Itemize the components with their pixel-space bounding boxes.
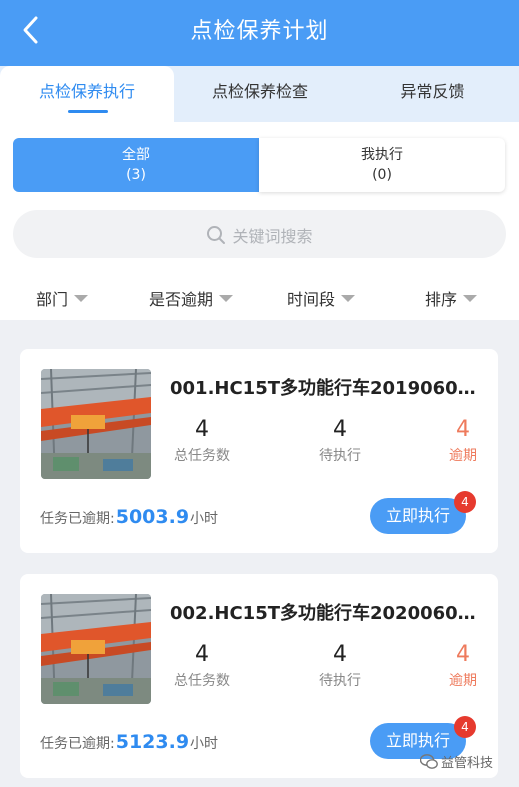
- overdue-prefix: 任务已逾期:: [40, 736, 115, 752]
- tab-inspection-execution[interactable]: 点检保养执行: [0, 66, 174, 122]
- filter-department[interactable]: 部门: [36, 286, 89, 310]
- tab-inspection-check[interactable]: 点检保养检查: [174, 66, 346, 122]
- plan-card[interactable]: 001.HC15T多功能行车2019060… 4 总任务数 4 待执行 4 逾期…: [20, 349, 498, 553]
- stat-total-value: 4: [195, 642, 209, 667]
- crane-thumbnail: [41, 594, 151, 704]
- stat-pending-label: 待执行: [319, 673, 361, 689]
- overdue-duration: 任务已逾期:5003.9小时: [40, 506, 218, 528]
- overdue-unit: 小时: [190, 736, 219, 752]
- stat-overdue: 4 逾期: [418, 642, 508, 690]
- filter-time-period-label: 时间段: [287, 290, 336, 309]
- filter-overdue[interactable]: 是否逾期: [149, 286, 234, 310]
- stat-pending: 4 待执行: [295, 417, 385, 465]
- segment-all[interactable]: 全部 (3): [13, 138, 259, 192]
- stat-overdue-label: 逾期: [449, 448, 477, 464]
- count-badge: 4: [454, 716, 476, 738]
- filter-overdue-label: 是否逾期: [149, 290, 214, 309]
- tab-exception-feedback[interactable]: 异常反馈: [346, 66, 519, 122]
- search-input[interactable]: 关键词搜索: [13, 210, 506, 258]
- search-icon: [207, 226, 226, 244]
- filter-sort-label: 排序: [425, 290, 458, 309]
- count-badge: 4: [454, 491, 476, 513]
- search-placeholder: 关键词搜索: [232, 227, 313, 246]
- stat-pending-value: 4: [333, 417, 347, 442]
- stat-total-value: 4: [195, 417, 209, 442]
- caret-down-icon: [74, 295, 89, 302]
- page-title: 点检保养计划: [190, 19, 329, 44]
- filter-panel: 全部 (3) 我执行 (0) 关键词搜索 部门 是否逾期 时间段 排序: [0, 122, 519, 320]
- wechat-icon: [419, 754, 438, 769]
- stat-pending: 4 待执行: [295, 642, 385, 690]
- crane-thumbnail: [41, 369, 151, 479]
- stat-overdue-value: 4: [456, 642, 470, 667]
- plan-title: 001.HC15T多功能行车2019060…: [170, 378, 476, 399]
- watermark: 益管科技: [419, 752, 494, 771]
- segment-mine-label: 我执行: [361, 147, 403, 163]
- plan-card[interactable]: 002.HC15T多功能行车2020060… 4 总任务数 4 待执行 4 逾期…: [20, 574, 498, 778]
- caret-down-icon: [463, 295, 478, 302]
- overdue-hours: 5003.9: [115, 506, 190, 528]
- plan-title: 002.HC15T多功能行车2020060…: [170, 603, 476, 624]
- stat-overdue-label: 逾期: [449, 673, 477, 689]
- caret-down-icon: [219, 295, 234, 302]
- overdue-unit: 小时: [190, 511, 219, 527]
- filter-sort[interactable]: 排序: [425, 286, 478, 310]
- overdue-hours: 5123.9: [115, 731, 190, 753]
- stat-total-label: 总任务数: [174, 448, 230, 464]
- watermark-text: 益管科技: [441, 756, 494, 771]
- caret-down-icon: [341, 295, 356, 302]
- stat-total-label: 总任务数: [174, 673, 230, 689]
- overdue-duration: 任务已逾期:5123.9小时: [40, 731, 218, 753]
- overdue-prefix: 任务已逾期:: [40, 511, 115, 527]
- stat-overdue-value: 4: [456, 417, 470, 442]
- app-header: 点检保养计划: [0, 0, 519, 66]
- stat-pending-value: 4: [333, 642, 347, 667]
- stat-total-tasks: 4 总任务数: [157, 642, 247, 690]
- segment-mine-count: (0): [372, 167, 392, 183]
- segment-all-label: 全部: [122, 147, 150, 163]
- stat-overdue: 4 逾期: [418, 417, 508, 465]
- execute-now-button[interactable]: 立即执行: [370, 498, 466, 534]
- segment-mine[interactable]: 我执行 (0): [259, 138, 505, 192]
- tab-active-indicator: [68, 110, 108, 113]
- filter-time-period[interactable]: 时间段: [287, 286, 356, 310]
- stat-total-tasks: 4 总任务数: [157, 417, 247, 465]
- tab-bar: 点检保养执行 点检保养检查 异常反馈: [0, 66, 519, 122]
- stat-pending-label: 待执行: [319, 448, 361, 464]
- filter-department-label: 部门: [36, 290, 69, 309]
- segment-all-count: (3): [126, 167, 146, 183]
